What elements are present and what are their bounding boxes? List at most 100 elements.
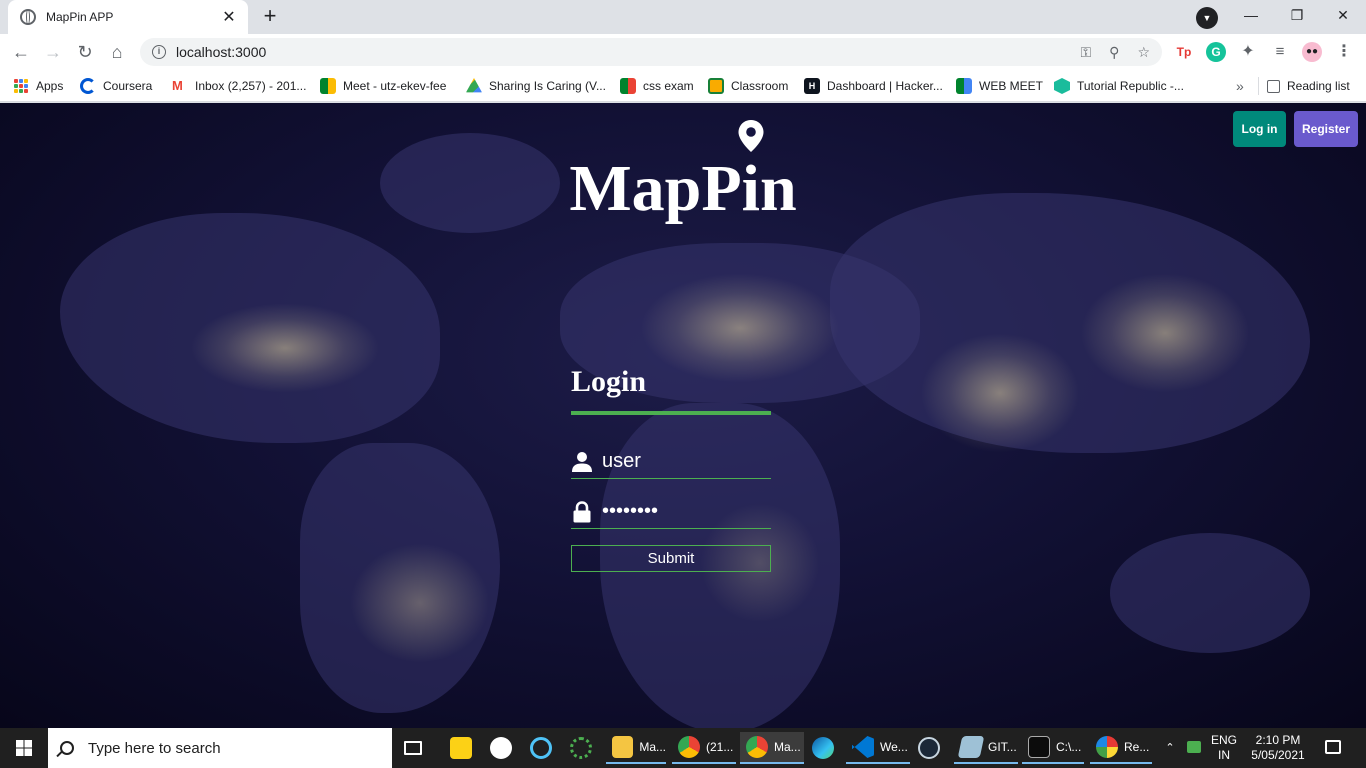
windows-start-button[interactable] <box>0 728 48 768</box>
more-bookmarks-chevron-icon[interactable]: » <box>1236 77 1244 95</box>
taskbar-cmd[interactable]: C:\... <box>1022 732 1084 764</box>
bookmark-web-meet[interactable]: WEB MEET <box>956 77 1043 95</box>
notification-icon <box>1325 740 1341 754</box>
home-button[interactable]: ⌂ <box>104 39 130 65</box>
bookmark-css-exam[interactable]: css exam <box>620 77 694 95</box>
key-icon[interactable]: ⚿ <box>1081 44 1092 61</box>
taskbar-item-label: We... <box>880 740 908 754</box>
taskbar-search-box[interactable]: Type here to search <box>48 728 392 768</box>
submit-button[interactable]: Submit <box>571 545 771 572</box>
browser-tab[interactable]: MapPin APP ✕ <box>8 0 248 34</box>
restore-button[interactable]: ❐ <box>1274 0 1320 30</box>
paint-icon <box>1096 736 1118 758</box>
register-nav-button[interactable]: Register <box>1294 111 1358 147</box>
username-input[interactable] <box>602 450 762 473</box>
zoom-icon[interactable]: ⚲ <box>1109 44 1119 61</box>
password-field <box>571 495 771 529</box>
login-nav-button[interactable]: Log in <box>1233 111 1286 147</box>
grammarly-icon[interactable]: G <box>1206 42 1226 62</box>
edge-button[interactable] <box>812 732 840 764</box>
map-pin-icon <box>738 120 764 152</box>
back-button[interactable]: ← <box>8 39 34 65</box>
task-view-button[interactable] <box>404 732 428 764</box>
search-placeholder: Type here to search <box>88 739 221 757</box>
reading-list-icon <box>1267 79 1280 93</box>
user-icon <box>572 451 592 472</box>
bookmark-classroom[interactable]: Classroom <box>708 77 788 95</box>
password-input[interactable] <box>602 500 762 523</box>
clock-time: 2:10 PM <box>1255 733 1301 747</box>
tutorial-republic-icon <box>1054 78 1070 94</box>
action-center-button[interactable] <box>1318 728 1348 768</box>
bookmark-tutorial-republic[interactable]: Tutorial Republic -... <box>1054 77 1184 95</box>
profile-avatar-icon[interactable]: ●● <box>1302 42 1322 62</box>
tab-strip: MapPin APP ✕ + ▼ — ❐ ✕ <box>0 0 1366 34</box>
language-indicator[interactable]: ENG IN <box>1208 728 1240 768</box>
forward-button[interactable]: → <box>40 39 66 65</box>
bookmark-meet[interactable]: Meet - utz-ekev-fee <box>320 77 446 95</box>
site-info-icon[interactable]: i <box>152 45 166 59</box>
meet-icon <box>320 78 336 94</box>
browser-toolbar: ← → ↻ ⌂ i localhost:3000 ⚿ ⚲ ☆ Tp G ✦ ≡ … <box>0 34 1366 70</box>
mail-app-button[interactable] <box>490 732 518 764</box>
bookmark-star-icon[interactable]: ☆ <box>1137 44 1150 61</box>
bookmark-label: Meet - utz-ekev-fee <box>343 79 447 93</box>
git-icon <box>957 736 985 758</box>
bookmark-coursera[interactable]: Coursera <box>80 77 152 95</box>
taskbar-item-label: GIT... <box>988 740 1017 754</box>
taskbar-item-label: Ma... <box>774 740 801 754</box>
mail-app-icon <box>490 737 512 759</box>
bookmark-label: WEB MEET <box>979 79 1044 93</box>
title-underline <box>571 411 771 415</box>
taskbar-item-label: Ma... <box>639 740 666 754</box>
gmail-icon: M <box>172 78 183 93</box>
window-close-button[interactable]: ✕ <box>1320 0 1366 30</box>
meet-icon <box>620 78 636 94</box>
taskbar-git[interactable]: GIT... <box>954 732 1018 764</box>
tab-close-icon[interactable]: ✕ <box>220 7 238 27</box>
cortana-icon <box>530 737 552 759</box>
bookmark-label: Sharing Is Caring (V... <box>489 79 606 93</box>
cortana-button[interactable] <box>530 732 558 764</box>
edge-icon <box>812 737 834 759</box>
bookmark-hackerrank[interactable]: H Dashboard | Hacker... <box>804 77 943 95</box>
new-tab-button[interactable]: + <box>256 5 284 29</box>
bookmark-label: Inbox (2,257) - 201... <box>195 79 307 93</box>
bookmark-apps[interactable]: Apps <box>14 77 63 95</box>
menu-kebab-icon[interactable]: ⋮ <box>1334 42 1354 62</box>
tab-search-icon[interactable]: ▼ <box>1196 7 1218 29</box>
extension-tp-icon[interactable]: Tp <box>1174 42 1194 62</box>
minimize-button[interactable]: — <box>1228 0 1274 30</box>
sticky-notes-button[interactable] <box>450 732 478 764</box>
taskbar-paint[interactable]: Re... <box>1090 732 1152 764</box>
apps-grid-icon <box>14 79 28 93</box>
steam-button[interactable] <box>918 732 946 764</box>
taskbar-chrome-2[interactable]: Ma... <box>740 732 804 764</box>
media-queue-icon[interactable]: ≡ <box>1270 42 1290 62</box>
clock[interactable]: 2:10 PM 5/05/2021 <box>1244 728 1312 768</box>
task-view-icon <box>404 741 422 755</box>
taskbar-item-label: Re... <box>1124 740 1150 754</box>
tab-title: MapPin APP <box>46 10 114 24</box>
bookmark-label: css exam <box>643 79 694 93</box>
show-hidden-icons-chevron-icon[interactable]: ⌃ <box>1160 728 1180 768</box>
security-tray-icon[interactable] <box>1184 728 1204 768</box>
url-text: localhost:3000 <box>176 44 267 60</box>
chrome-icon <box>746 736 768 758</box>
taskbar-chrome-1[interactable]: (21... <box>672 732 736 764</box>
login-title: Login <box>571 365 647 398</box>
reading-list-button[interactable]: Reading list <box>1258 77 1350 95</box>
bookmark-gmail[interactable]: M Inbox (2,257) - 201... <box>172 77 306 95</box>
bookmark-label: Dashboard | Hacker... <box>827 79 943 93</box>
reload-button[interactable]: ↻ <box>72 39 98 65</box>
bookmark-drive[interactable]: Sharing Is Caring (V... <box>466 77 606 95</box>
loader-app-button[interactable] <box>570 732 598 764</box>
extensions-puzzle-icon[interactable]: ✦ <box>1238 42 1258 62</box>
username-field <box>571 445 771 479</box>
taskbar-vscode[interactable]: We... <box>846 732 910 764</box>
address-bar[interactable]: i localhost:3000 ⚿ ⚲ ☆ <box>140 38 1162 66</box>
region-label: IN <box>1218 748 1230 762</box>
globe-icon <box>20 9 36 25</box>
login-form: Login Submit <box>571 365 771 572</box>
taskbar-explorer[interactable]: Ma... <box>606 732 666 764</box>
